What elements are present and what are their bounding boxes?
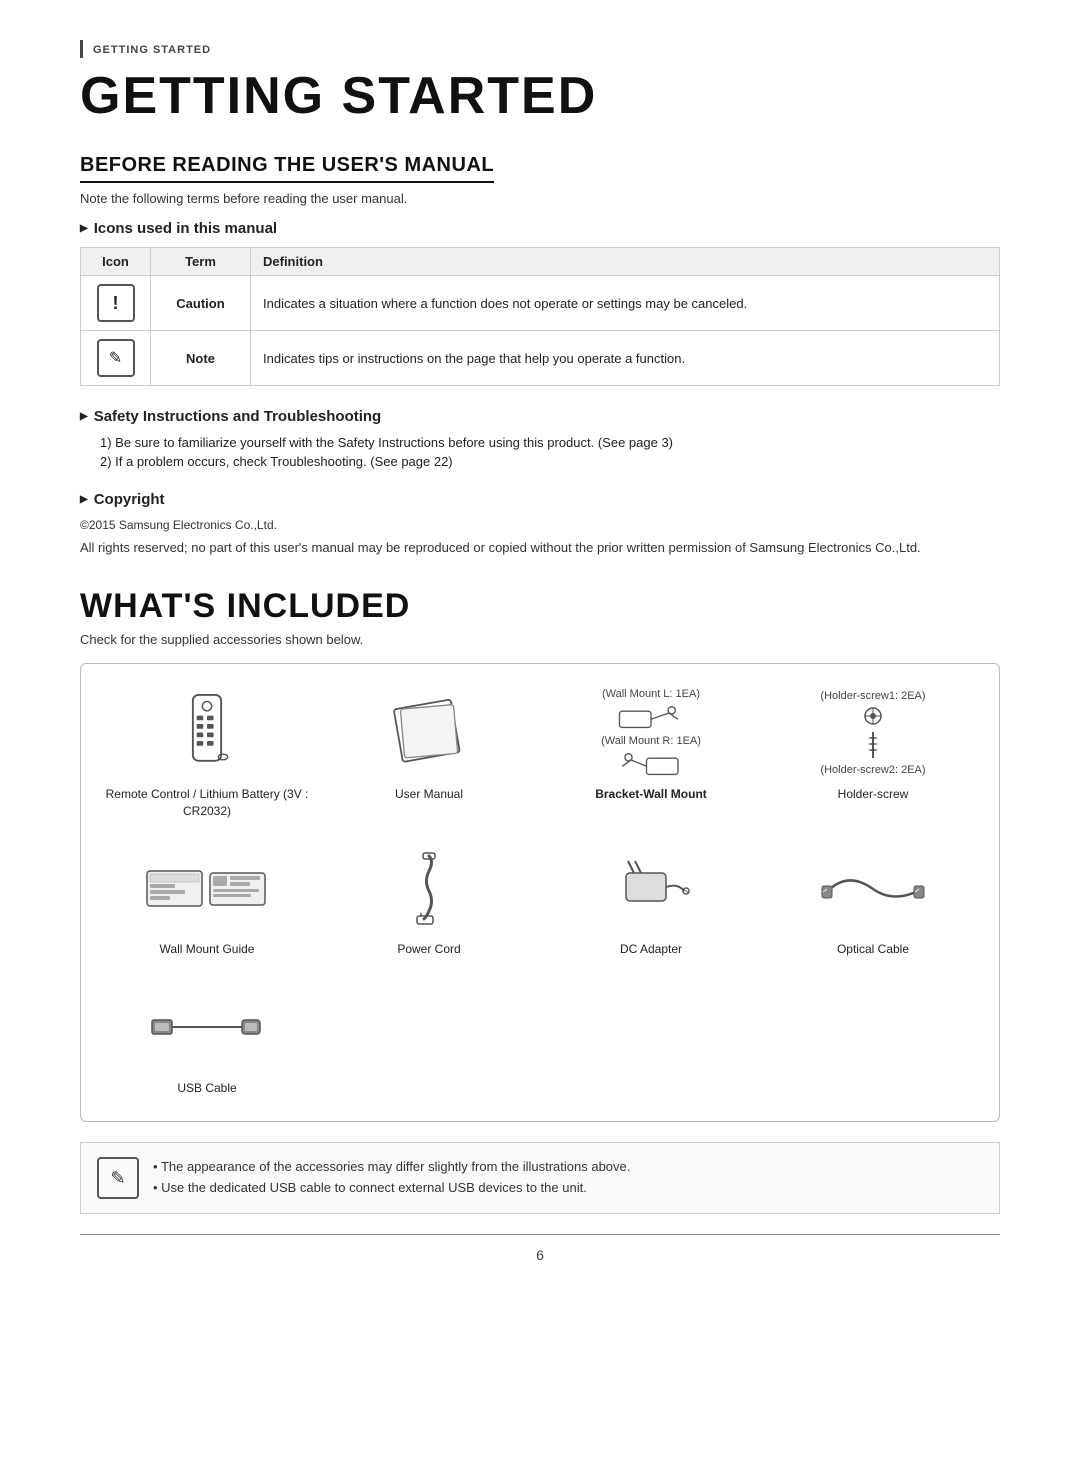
copyright-section: Copyright ©2015 Samsung Electronics Co.,…	[80, 491, 1000, 559]
manual-svg	[389, 698, 469, 768]
note-box: ✎ The appearance of the accessories may …	[80, 1142, 1000, 1214]
adapter-svg	[606, 853, 696, 923]
usb-image	[147, 982, 267, 1072]
accessory-adapter: DC Adapter	[545, 843, 757, 958]
guide-image	[142, 843, 272, 933]
accessory-cord: Power Cord	[323, 843, 535, 958]
adapter-image	[606, 843, 696, 933]
accessory-bracket: (Wall Mount L: 1EA) (Wall Mount R: 1EA) …	[545, 688, 757, 820]
page-number: 6	[80, 1234, 1000, 1263]
bracket-svg-l	[611, 704, 691, 731]
bracket-svg-r	[611, 751, 691, 778]
table-row: ✎ Note Indicates tips or instructions on…	[81, 331, 1000, 386]
accessories-box: Remote Control / Lithium Battery (3V : C…	[80, 663, 1000, 1122]
usb-svg	[147, 1002, 267, 1052]
caution-icon-cell: !	[81, 276, 151, 331]
before-reading-note: Note the following terms before reading …	[80, 191, 1000, 206]
caution-icon: !	[97, 284, 135, 322]
usb-label: USB Cable	[177, 1080, 236, 1097]
caution-term: Caution	[151, 276, 251, 331]
holder-label: Holder-screw	[838, 786, 909, 803]
whats-included-title: WHAT'S INCLUDED	[80, 587, 1000, 626]
bracket-sublabel-l: (Wall Mount L: 1EA)	[602, 688, 700, 700]
safety-title: Safety Instructions and Troubleshooting	[80, 408, 1000, 425]
page-title: GETTING STARTED	[80, 66, 1000, 126]
cord-label: Power Cord	[397, 941, 460, 958]
holder-svg-1	[858, 706, 888, 726]
included-note: Check for the supplied accessories shown…	[80, 632, 1000, 647]
table-row: ! Caution Indicates a situation where a …	[81, 276, 1000, 331]
manual-label: User Manual	[395, 786, 463, 803]
cord-image	[399, 843, 459, 933]
col-icon: Icon	[81, 248, 151, 276]
manual-image	[389, 688, 469, 778]
holder-sublabel-1: (Holder-screw1: 2EA)	[820, 690, 925, 702]
before-reading-title: BEFORE READING THE USER'S MANUAL	[80, 154, 494, 183]
note-bullet-2: Use the dedicated USB cable to connect e…	[153, 1178, 630, 1199]
safety-item-1: Be sure to familiarize yourself with the…	[100, 435, 1000, 450]
note-icon: ✎	[97, 339, 135, 377]
note-definition: Indicates tips or instructions on the pa…	[251, 331, 1000, 386]
holder-image: (Holder-screw1: 2EA) (Holder-screw2: 2EA…	[820, 688, 925, 778]
note-icon-cell: ✎	[81, 331, 151, 386]
copyright-title: Copyright	[80, 491, 1000, 508]
col-definition: Definition	[251, 248, 1000, 276]
holder-svg-screw	[863, 730, 883, 760]
note-box-icon: ✎	[97, 1157, 139, 1199]
optical-image	[818, 843, 928, 933]
safety-list: Be sure to familiarize yourself with the…	[80, 435, 1000, 469]
note-bullets: The appearance of the accessories may di…	[153, 1157, 630, 1199]
accessory-remote: Remote Control / Lithium Battery (3V : C…	[101, 688, 313, 820]
col-term: Term	[151, 248, 251, 276]
breadcrumb-text: Getting Started	[93, 44, 211, 56]
safety-section: Safety Instructions and Troubleshooting …	[80, 408, 1000, 469]
icons-table: Icon Term Definition ! Caution Indicates…	[80, 247, 1000, 386]
copyright-year: ©2015 Samsung Electronics Co.,Ltd.	[80, 518, 1000, 532]
safety-item-2: If a problem occurs, check Troubleshooti…	[100, 454, 1000, 469]
caution-definition: Indicates a situation where a function d…	[251, 276, 1000, 331]
guide-svg	[142, 861, 272, 916]
guide-label: Wall Mount Guide	[160, 941, 255, 958]
bracket-label: Bracket-Wall Mount	[595, 786, 707, 803]
remote-image	[177, 688, 237, 778]
remote-label: Remote Control / Lithium Battery (3V : C…	[101, 786, 313, 820]
accessory-usb: USB Cable	[101, 982, 313, 1097]
accessory-manual: User Manual	[323, 688, 535, 820]
holder-sublabel-2: (Holder-screw2: 2EA)	[820, 764, 925, 776]
bracket-image: (Wall Mount L: 1EA) (Wall Mount R: 1EA)	[601, 688, 701, 778]
bracket-sublabel-r: (Wall Mount R: 1EA)	[601, 735, 701, 747]
cord-svg	[399, 851, 459, 926]
accessories-grid: Remote Control / Lithium Battery (3V : C…	[101, 688, 979, 1097]
accessory-holder: (Holder-screw1: 2EA) (Holder-screw2: 2EA…	[767, 688, 979, 820]
copyright-body: All rights reserved; no part of this use…	[80, 538, 1000, 559]
icons-section-title: Icons used in this manual	[80, 220, 1000, 237]
breadcrumb-bar: Getting Started	[80, 40, 1000, 58]
adapter-label: DC Adapter	[620, 941, 682, 958]
remote-svg	[177, 693, 237, 773]
optical-label: Optical Cable	[837, 941, 909, 958]
accessory-optical: Optical Cable	[767, 843, 979, 958]
note-term: Note	[151, 331, 251, 386]
note-bullet-1: The appearance of the accessories may di…	[153, 1157, 630, 1178]
accessory-guide: Wall Mount Guide	[101, 843, 313, 958]
optical-svg	[818, 861, 928, 916]
